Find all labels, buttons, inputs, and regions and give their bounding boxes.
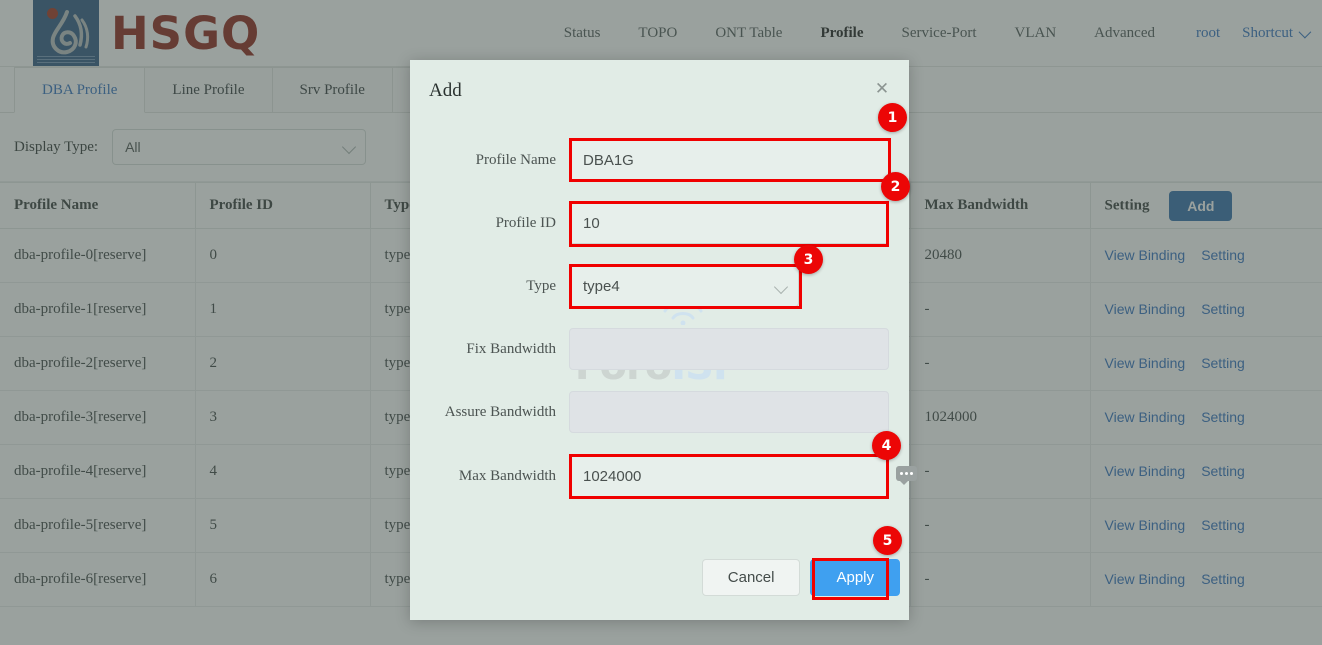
chevron-down-icon [773,279,789,295]
step-badge-2: 2 [881,172,910,201]
label-type: Type [526,277,556,294]
step-badge-3: 3 [794,245,823,274]
fix-bandwidth-input [569,328,889,370]
type-select[interactable]: type4 [569,265,799,307]
label-assure-bandwidth: Assure Bandwidth [444,403,556,420]
cancel-button[interactable]: Cancel [701,559,801,596]
profile-name-input[interactable]: DBA1G [569,139,889,181]
label-max-bandwidth: Max Bandwidth [458,467,556,484]
app-root: HSGQ Status TOPO ONT Table Profile Servi… [0,0,1322,645]
dialog-title: Add [429,80,462,101]
profile-id-input[interactable]: 10 [569,202,889,244]
assure-bandwidth-input [569,391,889,433]
dialog-actions: Cancel Apply [410,559,909,596]
apply-button[interactable]: Apply [810,559,900,596]
field-row-type: Type type4 [410,264,909,308]
close-icon[interactable]: ✕ [874,80,890,97]
step-badge-1: 1 [878,103,907,132]
field-row-assure-bandwidth: Assure Bandwidth [410,390,909,434]
field-row-profile-id: Profile ID 10 [410,201,909,245]
label-profile-name: Profile Name [475,151,556,168]
add-dba-profile-dialog: Add ✕ ForoISP Profile Name DBA1G Profile… [410,60,909,620]
type-value: type4 [583,277,620,295]
profile-id-value: 10 [583,214,600,232]
label-fix-bandwidth: Fix Bandwidth [466,340,556,357]
field-row-profile-name: Profile Name DBA1G [410,138,909,182]
profile-name-value: DBA1G [583,151,634,169]
more-options-tooltip-icon [896,466,917,485]
label-profile-id: Profile ID [495,214,556,231]
field-row-max-bandwidth: Max Bandwidth 1024000 [410,454,909,498]
field-row-fix-bandwidth: Fix Bandwidth [410,327,909,371]
step-badge-4: 4 [872,431,901,460]
max-bandwidth-value: 1024000 [583,467,642,485]
max-bandwidth-input[interactable]: 1024000 [569,455,889,497]
step-badge-5: 5 [873,526,902,555]
